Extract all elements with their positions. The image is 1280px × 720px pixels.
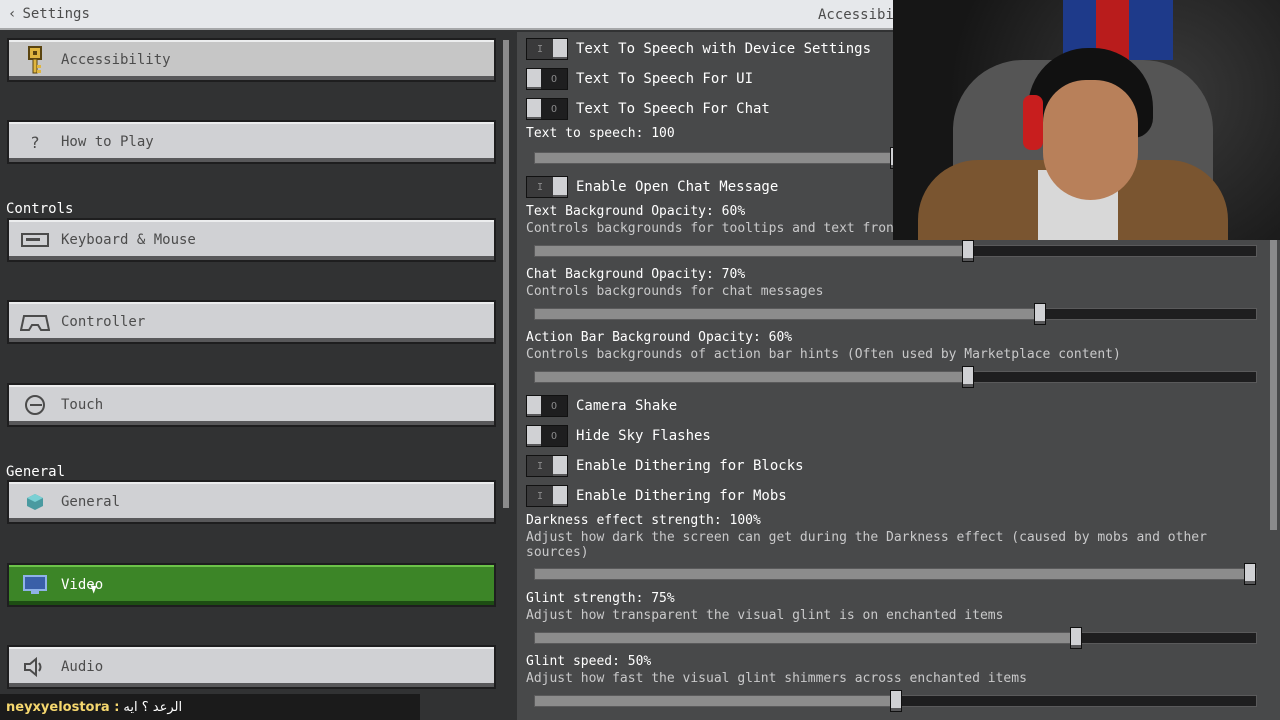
keyboard-icon <box>9 233 61 247</box>
toggle-label: Camera Shake <box>576 398 678 414</box>
slider-fill <box>535 633 1076 643</box>
slider-thumb[interactable] <box>889 690 902 712</box>
monitor-icon <box>9 575 61 595</box>
nav-label: Accessibility <box>61 52 171 68</box>
nav-how-to-play[interactable]: ? How to Play <box>7 120 496 164</box>
toggle-off-mark: O <box>550 73 558 85</box>
toggle-on-mark: I <box>536 460 544 472</box>
toggle-dither-blocks[interactable]: I <box>526 455 568 477</box>
slider-fill <box>535 569 1256 579</box>
back-button[interactable]: ‹ Settings <box>8 6 90 22</box>
nav-controller[interactable]: Controller <box>7 300 496 344</box>
nav-label: How to Play <box>61 134 154 150</box>
slider-fill <box>535 309 1040 319</box>
slider-label: Chat Background Opacity: 70% <box>526 267 746 282</box>
toggle-knob <box>553 39 567 59</box>
nav-accessibility[interactable]: Accessibility <box>7 38 496 82</box>
toggle-label: Hide Sky Flashes <box>576 428 711 444</box>
toggle-off-mark: O <box>550 103 558 115</box>
slider-glint-strength[interactable] <box>534 627 1257 649</box>
slider-fill <box>535 372 968 382</box>
toggle-tts-device[interactable]: I <box>526 38 568 60</box>
content-scrollbar[interactable] <box>1270 240 1277 530</box>
slider-thumb[interactable] <box>961 240 974 262</box>
webcam-person-face <box>1043 80 1138 200</box>
toggle-dither-mobs[interactable]: I <box>526 485 568 507</box>
slider-thumb[interactable] <box>961 366 974 388</box>
nav-label: Touch <box>61 397 104 413</box>
toggle-off-mark: O <box>550 400 558 412</box>
toggle-label: Text To Speech with Device Settings <box>576 41 872 57</box>
nav-video[interactable]: Video <box>7 563 496 607</box>
toggle-camera-shake[interactable]: O <box>526 395 568 417</box>
stream-chat-overlay: neyxyelostora : الرعد ؟ ايه <box>0 694 420 720</box>
toggle-tts-ui[interactable]: O <box>526 68 568 90</box>
slider-thumb[interactable] <box>1244 563 1256 585</box>
toggle-open-chat[interactable]: I <box>526 176 568 198</box>
toggle-knob <box>527 426 541 446</box>
slider-thumb[interactable] <box>1069 627 1082 649</box>
toggle-knob <box>553 177 567 197</box>
slider-fill <box>535 246 968 256</box>
cube-icon <box>9 493 61 511</box>
toggle-knob <box>527 69 541 89</box>
toggle-on-mark: I <box>536 181 544 193</box>
chat-message: الرعد ؟ ايه <box>123 699 183 715</box>
toggle-knob <box>527 396 541 416</box>
toggle-knob <box>527 99 541 119</box>
nav-label: Audio <box>61 659 104 675</box>
nav-audio[interactable]: Audio <box>7 645 496 689</box>
nav-touch[interactable]: Touch <box>7 383 496 427</box>
slider-description: Adjust how fast the visual glint shimmer… <box>526 671 1027 686</box>
slider-label: Glint speed: 50% <box>526 654 652 669</box>
toggle-hide-sky-flashes[interactable]: O <box>526 425 568 447</box>
section-controls: Controls <box>6 201 74 217</box>
slider-description: Controls backgrounds of action bar hints… <box>526 347 1121 362</box>
nav-label: Controller <box>61 314 146 330</box>
toggle-label: Text To Speech For UI <box>576 71 754 87</box>
headphones-icon <box>1023 95 1043 150</box>
toggle-on-mark: I <box>536 43 544 55</box>
toggle-knob <box>553 456 567 476</box>
question-icon: ? <box>30 132 40 152</box>
nav-general[interactable]: General <box>7 480 496 524</box>
slider-label: Action Bar Background Opacity: 60% <box>526 330 793 345</box>
speaker-icon <box>9 657 61 677</box>
slider-fill <box>535 153 896 163</box>
slider-label: Text to speech: 100 <box>526 126 675 141</box>
key-icon <box>9 45 61 75</box>
toggle-label: Text To Speech For Chat <box>576 101 770 117</box>
toggle-off-mark: O <box>550 430 558 442</box>
touch-icon <box>9 394 61 416</box>
slider-description: Adjust how transparent the visual glint … <box>526 608 1004 623</box>
chevron-left-icon: ‹ <box>8 6 17 22</box>
toggle-tts-chat[interactable]: O <box>526 98 568 120</box>
toggle-label: Enable Dithering for Mobs <box>576 488 787 504</box>
toggle-knob <box>553 486 567 506</box>
slider-darkness-strength[interactable] <box>534 563 1257 585</box>
slider-chat-bg-opacity[interactable] <box>534 303 1257 325</box>
slider-action-bar-opacity[interactable] <box>534 366 1257 388</box>
toggle-label: Enable Dithering for Blocks <box>576 458 804 474</box>
nav-label: Keyboard & Mouse <box>61 232 196 248</box>
toggle-label: Enable Open Chat Message <box>576 179 779 195</box>
slider-label: Darkness effect strength: 100% <box>526 513 761 528</box>
chat-username: neyxyelostora : <box>6 699 120 715</box>
nav-keyboard-mouse[interactable]: Keyboard & Mouse <box>7 218 496 262</box>
slider-label: Glint strength: 75% <box>526 591 675 606</box>
webcam-overlay <box>893 0 1280 240</box>
section-general: General <box>6 464 66 480</box>
slider-description: Controls backgrounds for chat messages <box>526 284 824 299</box>
slider-fill <box>535 696 896 706</box>
nav-label: General <box>61 494 121 510</box>
gamepad-icon <box>9 312 61 332</box>
slider-label: Text Background Opacity: 60% <box>526 204 746 219</box>
slider-description: Adjust how dark the screen can get durin… <box>526 530 1207 560</box>
slider-text-bg-opacity[interactable] <box>534 240 1257 262</box>
sidebar-scrollbar[interactable] <box>503 40 509 508</box>
back-label: Settings <box>22 6 90 22</box>
toggle-on-mark: I <box>536 490 544 502</box>
slider-glint-speed[interactable] <box>534 690 1257 712</box>
slider-thumb[interactable] <box>1033 303 1046 325</box>
